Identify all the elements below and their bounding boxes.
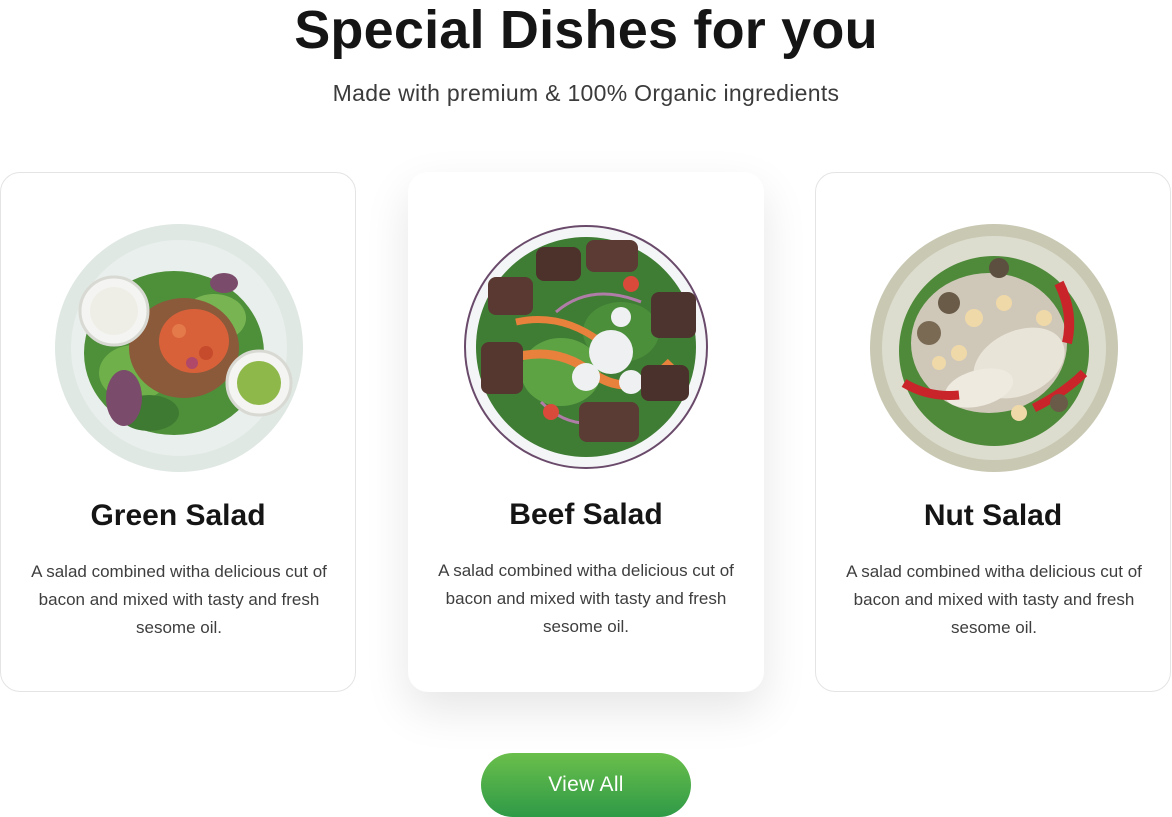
dish-card-beef-salad[interactable]: Beef Salad A salad combined witha delici… (408, 172, 764, 692)
view-all-button[interactable]: View All (481, 753, 691, 817)
green-salad-image (55, 224, 303, 472)
section-subtitle: Made with premium & 100% Organic ingredi… (332, 80, 840, 106)
dish-name: Nut Salad (923, 499, 1063, 532)
dish-card-nut-salad[interactable]: Nut Salad A salad combined witha delicio… (815, 172, 1171, 692)
section-title: Special Dishes for you (294, 0, 878, 60)
dish-name: Green Salad (90, 499, 266, 532)
dish-description: A salad combined witha delicious cut of … (846, 562, 1142, 637)
dish-description: A salad combined witha delicious cut of … (438, 561, 734, 636)
dish-name: Beef Salad (509, 498, 663, 531)
beef-salad-image (464, 225, 708, 469)
dish-card-green-salad[interactable]: Green Salad A salad combined witha delic… (0, 172, 356, 692)
nut-salad-image (870, 224, 1118, 472)
dish-description: A salad combined witha delicious cut of … (31, 562, 327, 637)
